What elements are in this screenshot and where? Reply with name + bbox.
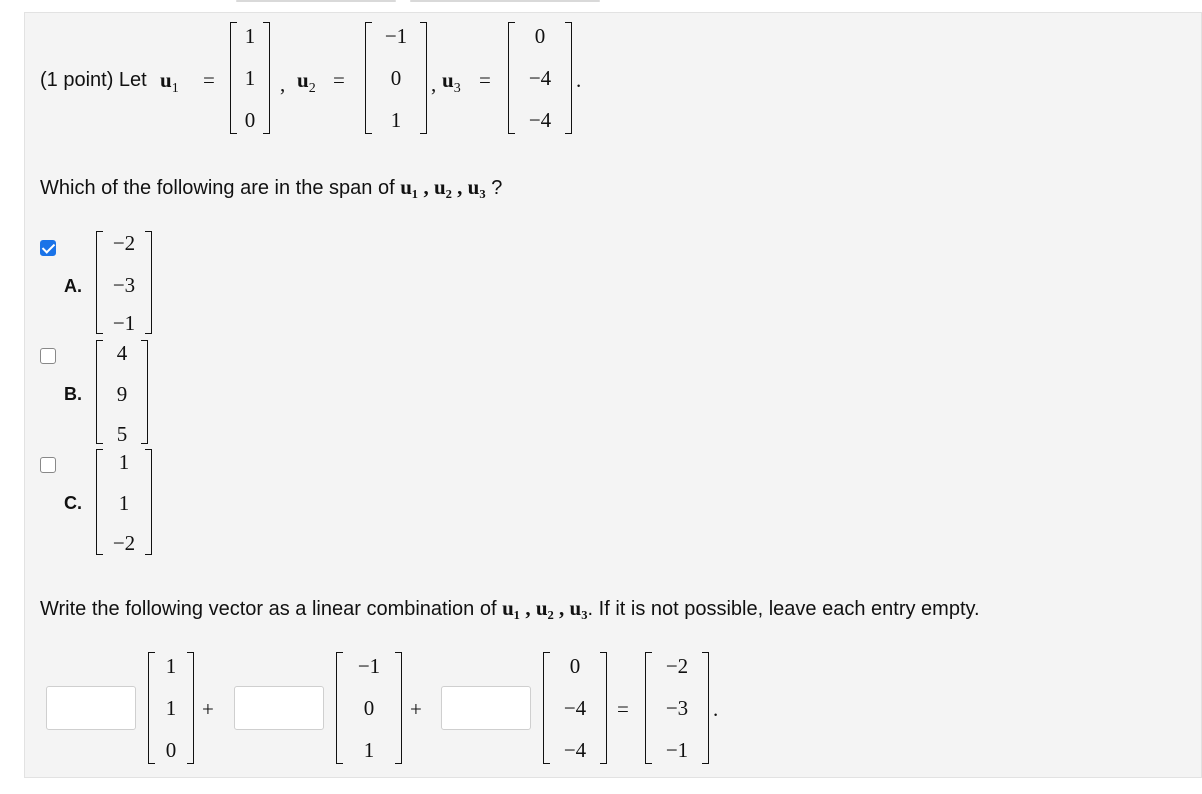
option-b-letter: B.	[64, 384, 82, 404]
equals-sign: =	[617, 697, 629, 721]
vector-entry: 1	[244, 24, 256, 48]
u2-label: u2	[297, 68, 316, 97]
problem-panel	[24, 12, 1202, 778]
option-a-checkbox[interactable]	[40, 240, 56, 256]
tab-strip	[0, 0, 1202, 10]
vector-u3: 0 −4 −4	[543, 652, 607, 764]
vector-entry: 1	[363, 738, 375, 762]
comma: ,	[431, 72, 437, 96]
tab-indicator	[236, 0, 396, 2]
option-c-checkbox[interactable]	[40, 457, 56, 473]
vector-entry: 0	[569, 654, 581, 678]
u3-label: u3	[442, 68, 461, 97]
vector-entry: −2	[112, 231, 136, 255]
vector-u3: 0 −4 −4	[508, 22, 572, 134]
question1-text: Which of the following are in the span o…	[40, 175, 503, 199]
option-b-checkbox[interactable]	[40, 348, 56, 364]
vector-entry: −2	[112, 531, 136, 555]
vector-entry: 1	[390, 108, 402, 132]
coefficient-3-input[interactable]	[441, 686, 531, 730]
u1-label: u1	[160, 68, 179, 97]
vector-u1: 1 1 0	[148, 652, 194, 764]
vector-entry: −2	[665, 654, 689, 678]
vector-entry: −1	[357, 654, 381, 678]
option-a-letter: A.	[64, 276, 82, 296]
tab-indicator	[410, 0, 600, 2]
question2-text: Write the following vector as a linear c…	[40, 596, 980, 620]
vector-entry: 0	[363, 696, 375, 720]
period: .	[713, 697, 719, 721]
vector-entry: 1	[165, 654, 177, 678]
option-a-vector: −2 −3 −1	[96, 231, 152, 335]
option-b-vector: 4 9 5	[96, 340, 148, 446]
vector-entry: 0	[244, 108, 256, 132]
vector-entry: −4	[528, 66, 552, 90]
option-c-letter: C.	[64, 493, 82, 513]
vector-u2: −1 0 1	[365, 22, 427, 134]
vector-entry: 9	[116, 382, 128, 406]
vector-entry: −1	[665, 738, 689, 762]
period: .	[576, 68, 582, 92]
vector-entry: 1	[244, 66, 256, 90]
vector-entry: −3	[665, 696, 689, 720]
equals-sign: =	[333, 68, 345, 92]
plus-sign: +	[202, 697, 214, 721]
plus-sign: +	[410, 697, 422, 721]
target-vector: −2 −3 −1	[645, 652, 709, 764]
option-c-vector: 1 1 −2	[96, 449, 152, 555]
vector-entry: 1	[118, 450, 130, 474]
vector-entry: 1	[118, 491, 130, 515]
vector-entry: −4	[563, 696, 587, 720]
equals-sign: =	[479, 68, 491, 92]
vector-entry: 5	[116, 422, 128, 446]
vector-entry: −4	[563, 738, 587, 762]
vector-entry: −1	[384, 24, 408, 48]
vector-entry: 4	[116, 341, 128, 365]
vector-u1: 1 1 0	[230, 22, 270, 134]
vector-entry: 0	[390, 66, 402, 90]
coefficient-1-input[interactable]	[46, 686, 136, 730]
vector-entry: −1	[112, 311, 136, 335]
problem-prefix: (1 point) Let	[40, 69, 147, 91]
vector-entry: −3	[112, 273, 136, 297]
vector-entry: 0	[534, 24, 546, 48]
coefficient-2-input[interactable]	[234, 686, 324, 730]
vector-entry: −4	[528, 108, 552, 132]
vector-u2: −1 0 1	[336, 652, 402, 764]
comma: ,	[280, 72, 286, 96]
equals-sign: =	[203, 68, 215, 92]
vector-entry: 0	[165, 738, 177, 762]
vector-entry: 1	[165, 696, 177, 720]
